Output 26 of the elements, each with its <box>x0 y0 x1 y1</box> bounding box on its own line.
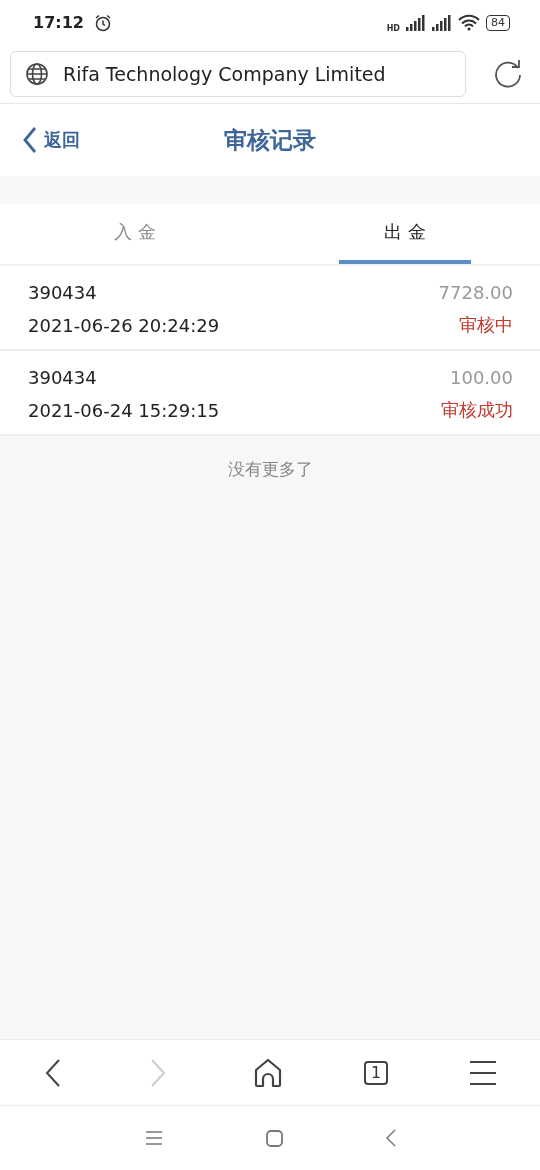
page-heading: 审核记录 <box>224 126 316 153</box>
back-button[interactable]: 返回 <box>22 126 80 154</box>
signal-icon <box>432 14 452 31</box>
tabs-button[interactable]: 1 <box>364 1060 389 1085</box>
signal-icon <box>406 14 426 31</box>
network-label: HD <box>386 24 400 33</box>
wifi-icon <box>458 14 480 31</box>
record-amount: 100.00 <box>450 367 513 388</box>
chevron-left-icon <box>22 126 38 154</box>
record-row[interactable]: 390434 100.00 2021-06-24 15:29:15 审核成功 <box>0 351 540 436</box>
battery-indicator: 84 <box>486 14 510 31</box>
record-id: 390434 <box>28 367 97 388</box>
record-time: 2021-06-26 20:24:29 <box>28 314 220 336</box>
address-bar[interactable]: Rifa Technology Company Limited <box>10 51 466 97</box>
status-time: 17:12 <box>33 13 84 32</box>
record-status: 审核成功 <box>441 398 513 422</box>
record-status: 审核中 <box>459 313 513 337</box>
alarm-icon <box>93 13 112 32</box>
tab[interactable]: 入 金 <box>69 204 201 264</box>
record-time: 2021-06-24 15:29:15 <box>28 399 220 421</box>
page-title: Rifa Technology Company Limited <box>63 63 386 85</box>
record-id: 390434 <box>28 282 97 303</box>
record-row[interactable]: 390434 7728.00 2021-06-26 20:24:29 审核中 <box>0 266 540 351</box>
end-of-list-text: 没有更多了 <box>227 459 313 479</box>
globe-icon <box>25 62 49 86</box>
record-amount: 7728.00 <box>438 282 513 303</box>
